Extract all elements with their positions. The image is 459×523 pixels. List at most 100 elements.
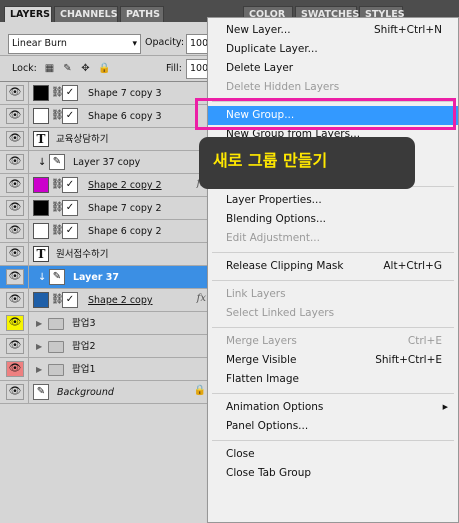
layer-name[interactable]: Shape 7 copy 3: [88, 82, 162, 105]
menu-item[interactable]: Duplicate Layer...: [208, 40, 458, 59]
layer-name[interactable]: Background: [57, 381, 114, 404]
layer-name[interactable]: 팝업3: [72, 312, 96, 335]
eye-icon[interactable]: 👁: [6, 154, 24, 170]
layer-row[interactable]: 👁 ↓ ✎ Layer 37 copy: [0, 151, 210, 174]
menu-item[interactable]: Layer Properties...: [208, 191, 458, 210]
menu-item-label: Select Linked Layers: [226, 307, 335, 319]
menu-item[interactable]: Close: [208, 445, 458, 464]
link-icon: ⛓: [51, 179, 64, 190]
layer-row[interactable]: 👁 T 원서접수하기: [0, 243, 210, 266]
eye-icon[interactable]: 👁: [6, 108, 24, 124]
folder-icon: [48, 364, 64, 376]
eye-icon[interactable]: 👁: [6, 269, 24, 285]
menu-item[interactable]: Panel Options...: [208, 417, 458, 436]
menu-item-label: Release Clipping Mask: [226, 260, 344, 272]
layer-row[interactable]: 👁 ⛓ ✓ Shape 6 copy 2: [0, 220, 210, 243]
menu-item-label: Close Tab Group: [226, 467, 312, 479]
eye-icon[interactable]: 👁: [6, 223, 24, 239]
fill-label: Fill:: [166, 63, 182, 74]
opacity-label: Opacity:: [145, 37, 185, 48]
tab-channels[interactable]: CHANNELS: [54, 6, 118, 22]
menu-item[interactable]: Delete Layer: [208, 59, 458, 78]
eye-icon[interactable]: 👁: [6, 315, 24, 331]
folder-icon: [48, 341, 64, 353]
menu-item: Link Layers: [208, 285, 458, 304]
layer-name[interactable]: 팝업2: [72, 335, 96, 358]
eye-icon[interactable]: 👁: [6, 338, 24, 354]
link-icon: ⛓: [51, 202, 64, 213]
eye-icon[interactable]: 👁: [6, 246, 24, 262]
folder-icon: [48, 318, 64, 330]
layer-row[interactable]: 👁⛓✓fxShape 2 copy 2: [0, 174, 210, 197]
layer-thumbnail: [33, 200, 49, 216]
menu-item: Edit Adjustment...: [208, 229, 458, 248]
layer-name[interactable]: 팝업1: [72, 358, 96, 381]
submenu-arrow-icon: ▶: [442, 403, 448, 411]
tab-paths[interactable]: PATHS: [120, 6, 164, 22]
vector-mask-thumbnail: ✓: [62, 200, 78, 216]
lock-all-icon[interactable]: 🔒: [98, 63, 110, 74]
expand-triangle-icon[interactable]: ▶: [36, 312, 42, 335]
menu-item-label: Link Layers: [226, 288, 286, 300]
layer-row[interactable]: 👁 ⛓ ✓ fx Shape 2 copy: [0, 289, 210, 312]
menu-item[interactable]: Release Clipping Mask Alt+Ctrl+G: [208, 257, 458, 276]
vector-mask-thumbnail: ✓: [62, 292, 78, 308]
divider: [28, 381, 29, 404]
menu-item[interactable]: New Layer... Shift+Ctrl+N: [208, 21, 458, 40]
link-icon: ⛓: [51, 110, 64, 121]
expand-triangle-icon[interactable]: ▶: [36, 335, 42, 358]
menu-item-label: Panel Options...: [226, 420, 309, 432]
layer-row[interactable]: 👁 ▶ 팝업1: [0, 358, 210, 381]
menu-item[interactable]: Blending Options...: [208, 210, 458, 229]
layer-name[interactable]: 교육상담하기: [56, 128, 108, 151]
layer-row[interactable]: 👁 ▶ 팝업2: [0, 335, 210, 358]
menu-item[interactable]: Animation Options ▶: [208, 398, 458, 417]
lock-transparent-pixels-icon[interactable]: ▦: [44, 63, 55, 74]
eye-icon[interactable]: 👁: [6, 384, 24, 400]
layer-row[interactable]: 👁 ✎ 🔒 Background: [0, 381, 210, 404]
layer-name[interactable]: 원서접수하기: [56, 243, 108, 266]
menu-item-label: Delete Hidden Layers: [226, 81, 340, 93]
layer-name[interactable]: Shape 6 copy 3: [88, 105, 162, 128]
eye-icon[interactable]: 👁: [6, 200, 24, 216]
layer-thumbnail: [33, 85, 49, 101]
layer-row[interactable]: 👁 T 교육상담하기: [0, 128, 210, 151]
menu-item-shortcut: Alt+Ctrl+G: [383, 260, 442, 272]
menu-item[interactable]: Merge Visible Shift+Ctrl+E: [208, 351, 458, 370]
eye-icon[interactable]: 👁: [6, 361, 24, 377]
menu-item-label: New Layer...: [226, 24, 291, 36]
layer-row[interactable]: 👁 ⛓ ✓ Shape 7 copy 2: [0, 197, 210, 220]
eye-icon[interactable]: 👁: [6, 292, 24, 308]
layer-name[interactable]: Shape 2 copy: [88, 289, 153, 312]
layer-thumbnail: ✎: [49, 154, 65, 170]
eye-icon[interactable]: 👁: [6, 177, 24, 193]
layer-row[interactable]: 👁 ⛓ ✓ Shape 7 copy 3: [0, 82, 210, 105]
vector-mask-thumbnail: ✓: [62, 108, 78, 124]
layer-thumbnail: [33, 223, 49, 239]
menu-item[interactable]: Flatten Image: [208, 370, 458, 389]
menu-item[interactable]: Close Tab Group: [208, 464, 458, 483]
layer-name[interactable]: Layer 37 copy: [73, 151, 140, 174]
layer-name[interactable]: Layer 37: [73, 266, 119, 289]
menu-item-label: Animation Options: [226, 401, 324, 413]
layer-row[interactable]: 👁 ▶ 팝업3: [0, 312, 210, 335]
blend-mode-select[interactable]: Linear Burn ▾: [8, 34, 141, 54]
layer-name[interactable]: Shape 7 copy 2: [88, 197, 162, 220]
chevron-down-icon: ▾: [132, 39, 137, 49]
menu-item-shortcut: Shift+Ctrl+N: [374, 24, 442, 36]
divider: [28, 243, 29, 266]
divider: [28, 128, 29, 151]
eye-icon[interactable]: 👁: [6, 85, 24, 101]
layer-row[interactable]: 👁 ⛓ ✓ Shape 6 copy 3: [0, 105, 210, 128]
menu-item[interactable]: New Group...: [208, 106, 458, 125]
lock-image-pixels-icon[interactable]: ✎: [62, 63, 73, 74]
layer-row[interactable]: 👁 ↓ ✎ Layer 37: [0, 266, 210, 289]
lock-position-icon[interactable]: ✥: [80, 63, 91, 74]
effects-icon[interactable]: fx: [197, 293, 206, 304]
layer-name[interactable]: Shape 2 copy 2: [88, 174, 162, 197]
layer-name[interactable]: Shape 6 copy 2: [88, 220, 162, 243]
divider: [28, 151, 29, 174]
eye-icon[interactable]: 👁: [6, 131, 24, 147]
expand-triangle-icon[interactable]: ▶: [36, 358, 42, 381]
tab-layers[interactable]: LAYERS: [4, 6, 52, 22]
